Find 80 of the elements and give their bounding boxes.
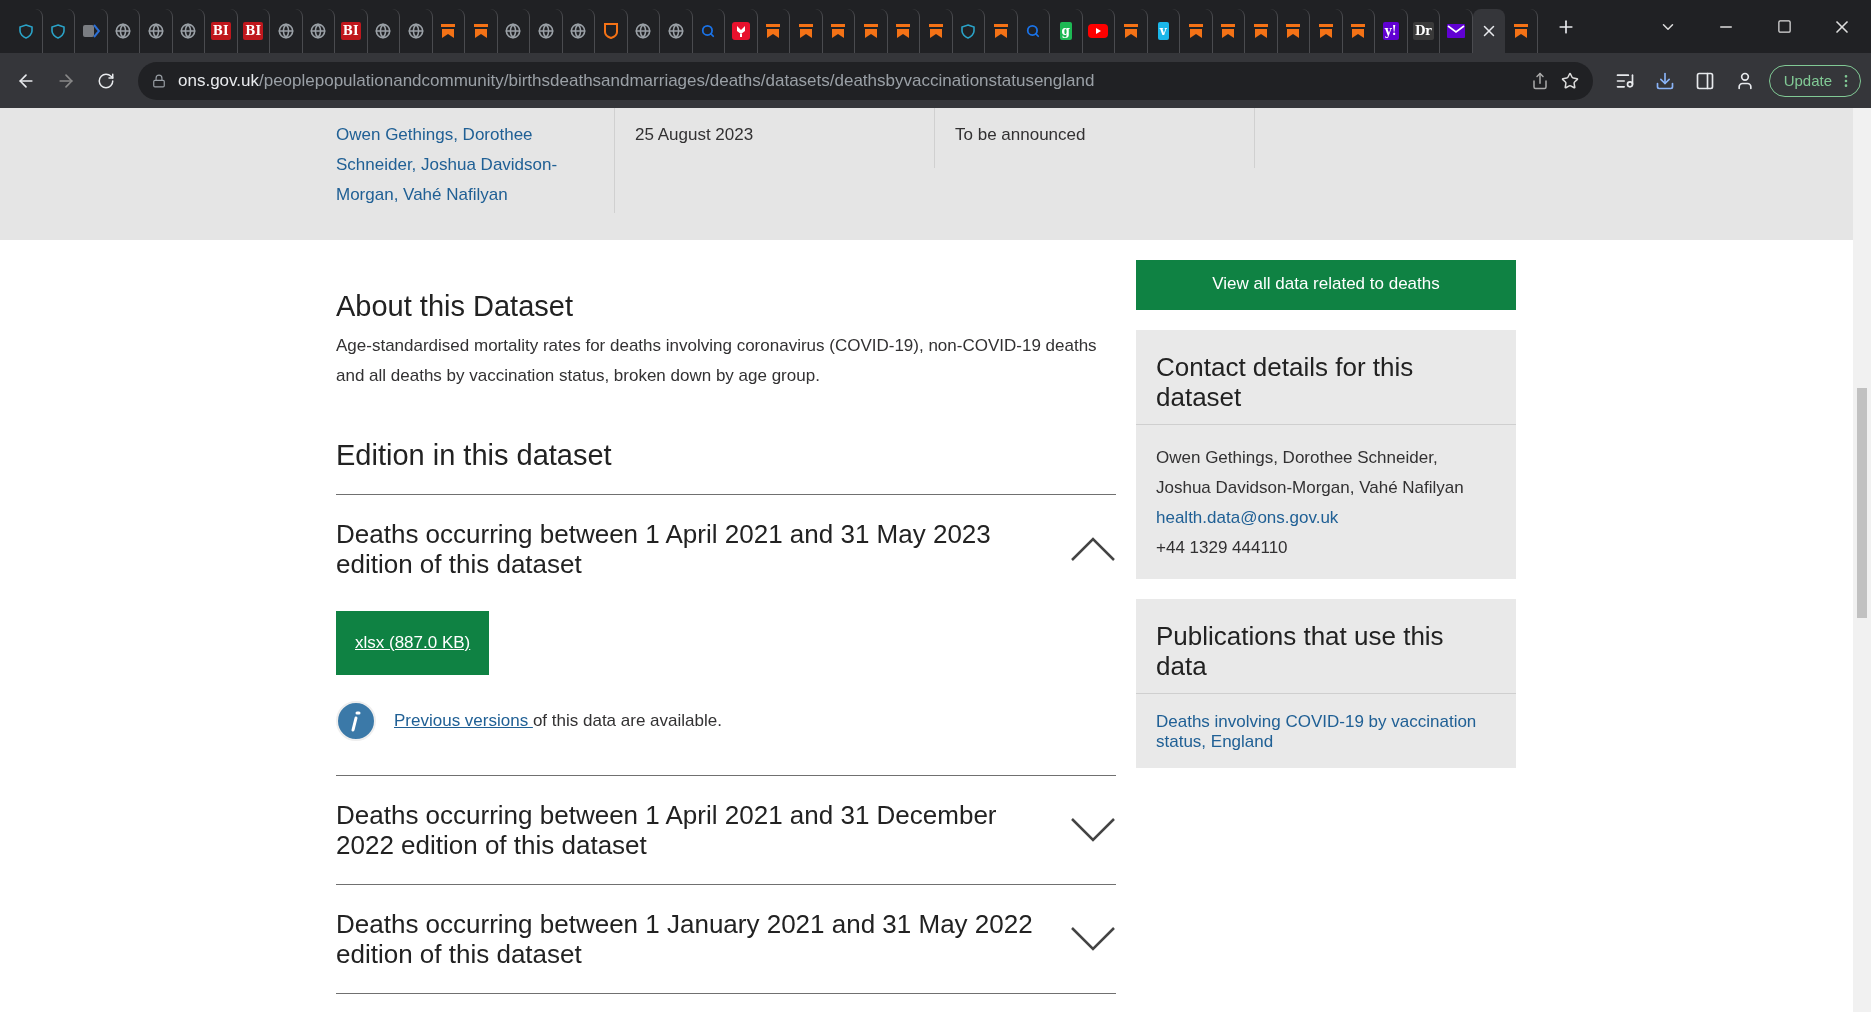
bookmark-icon [765, 23, 782, 39]
site-logo-icon: Dr [1412, 22, 1434, 40]
section-heading: About this Dataset [336, 290, 574, 323]
bookmark-icon [440, 23, 457, 39]
contact-link[interactable]: Schneider, Joshua Davidson- [336, 150, 594, 180]
browser-tab[interactable]: Dr [1407, 9, 1440, 53]
bookmark-icon [1122, 23, 1139, 39]
globe-icon [505, 23, 522, 39]
maximize-icon[interactable] [1776, 19, 1792, 34]
bookmark-icon [1220, 23, 1237, 39]
globe-icon [570, 23, 587, 39]
edition-accordion-header[interactable]: Deaths occurring between 1 April 2021 and 31 May 2023 edition of this dataset [336, 495, 1116, 603]
chevron-up-icon[interactable] [1070, 536, 1116, 562]
mail-icon [1446, 24, 1465, 38]
view-all-button[interactable]: View all data related to deaths [1136, 260, 1516, 310]
site-logo-icon: BI [340, 22, 361, 40]
globe-icon [147, 23, 164, 39]
bookmark-icon [1285, 23, 1302, 39]
edition-accordion-header[interactable]: Deaths occurring between 1 April 2021 and 31 December 2022 edition of this dataset [336, 776, 1116, 884]
bookmark-icon [862, 23, 879, 39]
card-link[interactable]: Deaths involving COVID-19 by vaccination status, England [1156, 712, 1496, 752]
bookmark-icon [1317, 23, 1334, 39]
site-logo-icon: g [1059, 22, 1072, 40]
search-icon [701, 24, 716, 38]
address-bar[interactable]: ons.gov.uk/peoplepopulationandcommunity/birthsdeathsandmarriages/deaths/datasets/deathsbyvaccinationstatusengland [138, 61, 1593, 100]
site-logo-icon: BI [243, 22, 264, 40]
bookmark-icon [1187, 23, 1204, 39]
globe-icon [635, 23, 652, 39]
scrollbar[interactable] [1853, 108, 1871, 1012]
edition-accordion-header[interactable]: Deaths occurring between 1 January 2021 and 31 May 2022 edition of this dataset [336, 885, 1116, 993]
previous-versions-link[interactable]: Previous versions [394, 711, 533, 730]
card-text: +44 1329 444110 [1156, 537, 1289, 559]
bookmark-icon [1512, 23, 1529, 39]
section-heading: Edition in this dataset [336, 439, 613, 472]
chevron-down-icon[interactable] [1070, 926, 1116, 952]
globe-icon [407, 23, 424, 39]
search-icon [1026, 24, 1041, 38]
contact-link[interactable]: Morgan, Vahé Nafilyan [336, 180, 594, 210]
metadata-value: To be announced [955, 124, 1087, 146]
site-logo-icon: y! [1382, 22, 1399, 40]
bookmark-icon [927, 23, 944, 39]
contact-link[interactable]: Owen Gethings, Dorothee [336, 120, 594, 150]
metadata-value: 25 August 2023 [635, 124, 755, 146]
globe-icon [115, 23, 132, 39]
share-icon[interactable] [1530, 71, 1549, 90]
bookmark-icon [1350, 23, 1367, 39]
globe-icon [277, 23, 294, 39]
dataset-description: Age-standardised mortality rates for deaths involving coronavirus (COVID-19), non-COVID-19 deaths and all deaths by vaccination status, broken down by age group. [336, 335, 1098, 387]
globe-icon [537, 23, 554, 39]
bookmark-icon [895, 23, 912, 39]
bookmark-icon [992, 23, 1009, 39]
bookmark-icon [1252, 23, 1269, 39]
card-link[interactable]: health.data@ons.gov.uk [1156, 503, 1496, 533]
site-logo-icon: v [1157, 22, 1169, 40]
url-text[interactable]: ons.gov.uk/peoplepopulationandcommunity/birthsdeathsandmarriages/deaths/datasets/deathsbyvaccinationstatusengland [178, 70, 1519, 91]
download-button[interactable]: xlsx (887.0 KB) [336, 611, 490, 675]
bookmark-icon [472, 23, 489, 39]
site-logo-icon: BI [210, 22, 231, 40]
bookmark-icon [797, 23, 814, 39]
card-title: Contact details for this dataset [1136, 330, 1516, 425]
bookmark-star-icon[interactable] [1560, 71, 1579, 90]
notice-text: Previous versions of this data are available. [394, 711, 722, 731]
document-icon [81, 23, 100, 39]
side-panel-icon[interactable] [1694, 70, 1715, 91]
chevron-down-icon[interactable] [1070, 817, 1116, 843]
play-icon [1088, 24, 1109, 38]
scroll-thumb[interactable] [1857, 388, 1867, 618]
globe-icon [375, 23, 392, 39]
globe-icon [310, 23, 327, 39]
reload-icon[interactable] [97, 71, 115, 90]
card-title: Publications that use this data [1136, 599, 1516, 694]
globe-icon [180, 23, 197, 39]
globe-icon [667, 23, 684, 39]
lock-icon [152, 73, 166, 88]
card-text: Owen Gethings, Dorothee Schneider, Joshua Davidson-Morgan, Vahé Nafilyan [1156, 447, 1465, 499]
download-icon[interactable] [1654, 70, 1675, 91]
flower-icon [731, 22, 750, 40]
bookmark-icon [830, 23, 847, 39]
shield-icon [603, 23, 618, 39]
info-icon [336, 701, 376, 741]
